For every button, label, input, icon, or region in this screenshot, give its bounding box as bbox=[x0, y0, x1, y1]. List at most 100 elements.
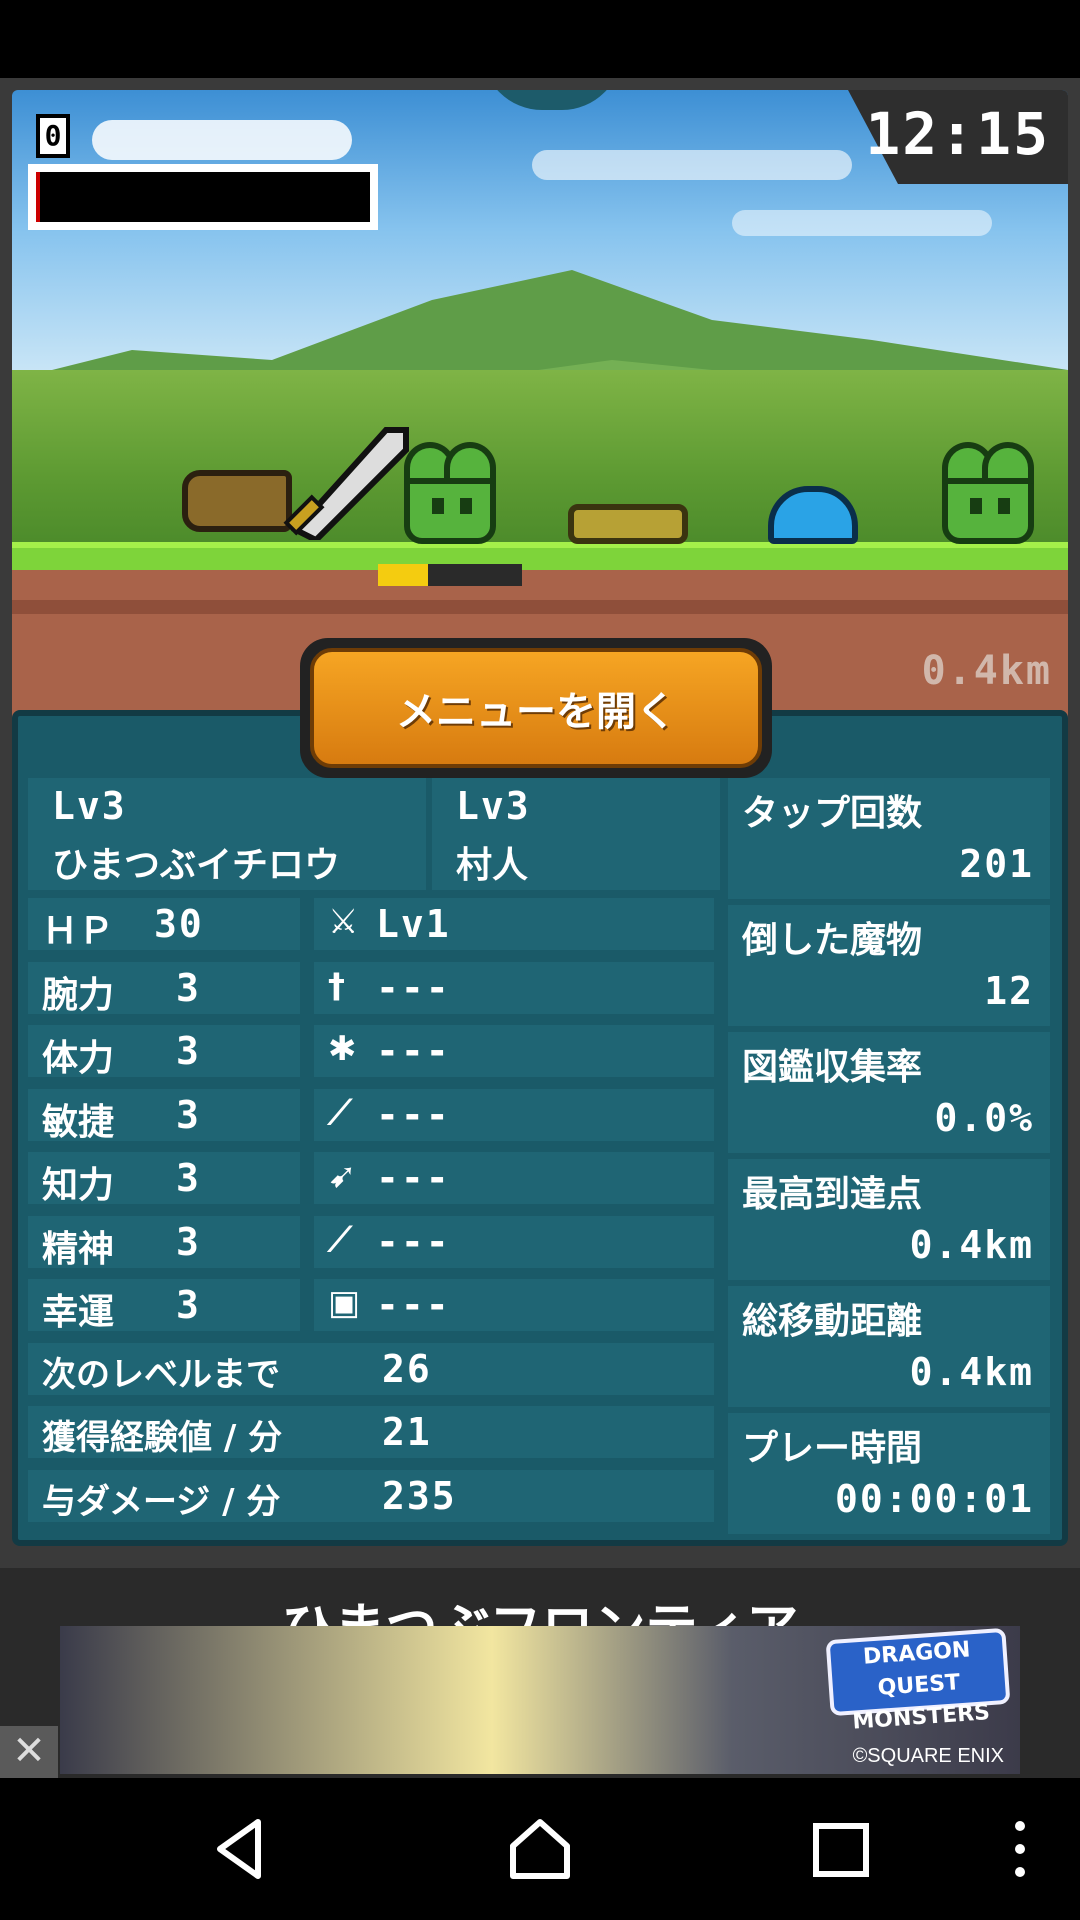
stat-row: ＨＰ 30 bbox=[28, 898, 300, 952]
record-label: 総移動距離 bbox=[742, 1301, 923, 1342]
sword-sprite bbox=[283, 427, 409, 540]
record-row: プレー時間 00:00:01 bbox=[728, 1413, 1050, 1534]
equipment-row: ➹ --- bbox=[314, 1152, 714, 1204]
job-name: 村人 bbox=[456, 845, 529, 886]
stat-label: 敏捷 bbox=[42, 1101, 115, 1143]
equipment-value: --- bbox=[376, 965, 451, 1010]
equipment-value: --- bbox=[376, 1219, 451, 1264]
stat-row: 精神 3 bbox=[28, 1215, 300, 1270]
stat-label: 精神 bbox=[42, 1228, 115, 1270]
equipment-row: ✱ --- bbox=[314, 1025, 714, 1077]
home-icon[interactable] bbox=[505, 1814, 575, 1884]
spear-icon: ⟋ bbox=[328, 1092, 352, 1133]
wand-icon: ⟋ bbox=[328, 1219, 352, 1260]
recents-icon[interactable] bbox=[806, 1814, 876, 1884]
grass-field bbox=[12, 370, 1068, 550]
stat-label: 幸運 bbox=[42, 1292, 115, 1333]
record-row: 最高到達点 0.4km bbox=[728, 1159, 1050, 1280]
equipment-row: ▣ --- bbox=[314, 1279, 714, 1331]
progress-value: 235 bbox=[382, 1473, 457, 1518]
progress-label: 獲得経験値 / 分 bbox=[42, 1418, 283, 1458]
record-row: 総移動距離 0.4km bbox=[728, 1286, 1050, 1407]
stat-value: 3 bbox=[176, 1029, 201, 1073]
record-label: プレー時間 bbox=[742, 1428, 923, 1469]
ad-close-button[interactable]: ✕ bbox=[0, 1726, 58, 1778]
progress-row: 獲得経験値 / 分 21 bbox=[28, 1406, 714, 1458]
record-row: タップ回数 201 bbox=[728, 778, 1050, 899]
character-name: ひまつぶイチロウ bbox=[52, 845, 341, 886]
stat-row: 体力 3 bbox=[28, 1025, 300, 1079]
record-value: 12 bbox=[984, 968, 1034, 1013]
open-menu-button[interactable]: メニューを開く bbox=[310, 648, 762, 768]
shield-icon: ▣ bbox=[328, 1283, 361, 1323]
record-value: 201 bbox=[959, 841, 1034, 886]
status-panel: Lv3 ひまつぶイチロウ Lv3 村人 ＨＰ 30 腕力 3 体力 3 敏捷 3 知力 3 精神 3 幸… bbox=[12, 710, 1068, 1546]
progress-label: 次のレベルまで bbox=[42, 1354, 280, 1395]
ad-banner[interactable]: DRAGON QUEST MONSTERS ©SQUARE ENIX bbox=[60, 1626, 1020, 1774]
character-info: Lv3 ひまつぶイチロウ bbox=[28, 778, 426, 890]
hero-hp-fill bbox=[378, 564, 429, 586]
ad-copyright: ©SQUARE ENIX bbox=[852, 1745, 1004, 1767]
stat-row: 知力 3 bbox=[28, 1152, 300, 1206]
ground-grass bbox=[12, 542, 1068, 572]
menu-button-frame: メニューを開く bbox=[300, 638, 772, 778]
ad-logo: DRAGON QUEST MONSTERS bbox=[825, 1627, 1011, 1735]
clock: 12:15 bbox=[865, 100, 1050, 168]
plant-monster bbox=[404, 442, 496, 544]
ad-title: ひまつぶフロンティア bbox=[281, 1599, 799, 1630]
record-label: 倒した魔物 bbox=[742, 920, 923, 961]
equipment-row: † --- bbox=[314, 961, 714, 1014]
sword-icon: ⚔ bbox=[328, 902, 359, 942]
hero-hp-bar bbox=[378, 564, 522, 586]
record-value: 00:00:01 bbox=[834, 1476, 1034, 1521]
distance-readout: 0.4km bbox=[921, 648, 1052, 694]
record-label: タップ回数 bbox=[742, 793, 923, 834]
stat-label: 体力 bbox=[42, 1038, 115, 1079]
record-value: 0.4km bbox=[909, 1222, 1034, 1267]
progress-label: 与ダメージ / 分 bbox=[42, 1481, 281, 1522]
stat-label: 知力 bbox=[42, 1165, 115, 1206]
stat-label: ＨＰ bbox=[42, 911, 115, 952]
record-value: 0.0% bbox=[934, 1095, 1034, 1140]
bow-icon: ➹ bbox=[328, 1156, 357, 1196]
stat-value: 3 bbox=[176, 1092, 201, 1137]
stat-value: 30 bbox=[154, 902, 204, 946]
record-label: 図鑑収集率 bbox=[742, 1047, 923, 1088]
armor-icon: ✱ bbox=[328, 1029, 357, 1069]
equipment-value: --- bbox=[376, 1029, 451, 1073]
equipment-row: ⟋ --- bbox=[314, 1215, 714, 1268]
stat-value: 3 bbox=[176, 1219, 201, 1264]
progress-row: 与ダメージ / 分 235 bbox=[28, 1469, 714, 1522]
equipment-value: Lv1 bbox=[376, 902, 451, 946]
equipment-row: ⟋ --- bbox=[314, 1088, 714, 1141]
stat-value: 3 bbox=[176, 965, 201, 1010]
equipment-row: ⚔ Lv1 bbox=[314, 898, 714, 950]
progress-value: 21 bbox=[382, 1410, 432, 1454]
stat-value: 3 bbox=[176, 1283, 201, 1327]
equipment-value: --- bbox=[376, 1156, 451, 1200]
record-label: 最高到達点 bbox=[742, 1174, 923, 1215]
job-level: Lv3 bbox=[456, 784, 531, 828]
overflow-menu-icon[interactable] bbox=[1000, 1814, 1040, 1884]
message-box bbox=[28, 164, 378, 230]
plant-monster bbox=[942, 442, 1034, 544]
back-icon[interactable] bbox=[206, 1814, 276, 1884]
worm-monster bbox=[568, 504, 688, 544]
progress-value: 26 bbox=[382, 1346, 432, 1391]
navigation-bar bbox=[0, 1778, 1080, 1920]
stat-row: 敏捷 3 bbox=[28, 1088, 300, 1143]
score-counter: 0 bbox=[36, 114, 70, 158]
record-row: 倒した魔物 12 bbox=[728, 905, 1050, 1026]
stat-row: 幸運 3 bbox=[28, 1279, 300, 1333]
status-bar bbox=[0, 0, 1080, 78]
stat-label: 腕力 bbox=[42, 974, 115, 1016]
stat-row: 腕力 3 bbox=[28, 961, 300, 1016]
character-level: Lv3 bbox=[52, 784, 127, 828]
game-screen[interactable]: 0 12:15 0.4km Lv3 ひまつぶイチロウ Lv3 村人 ＨＰ 30 腕力… bbox=[0, 78, 1080, 1778]
record-value: 0.4km bbox=[909, 1349, 1034, 1394]
record-row: 図鑑収集率 0.0% bbox=[728, 1032, 1050, 1153]
equipment-value: --- bbox=[376, 1283, 451, 1327]
equipment-value: --- bbox=[376, 1092, 451, 1137]
job-info: Lv3 村人 bbox=[432, 778, 720, 890]
progress-row: 次のレベルまで 26 bbox=[28, 1342, 714, 1395]
